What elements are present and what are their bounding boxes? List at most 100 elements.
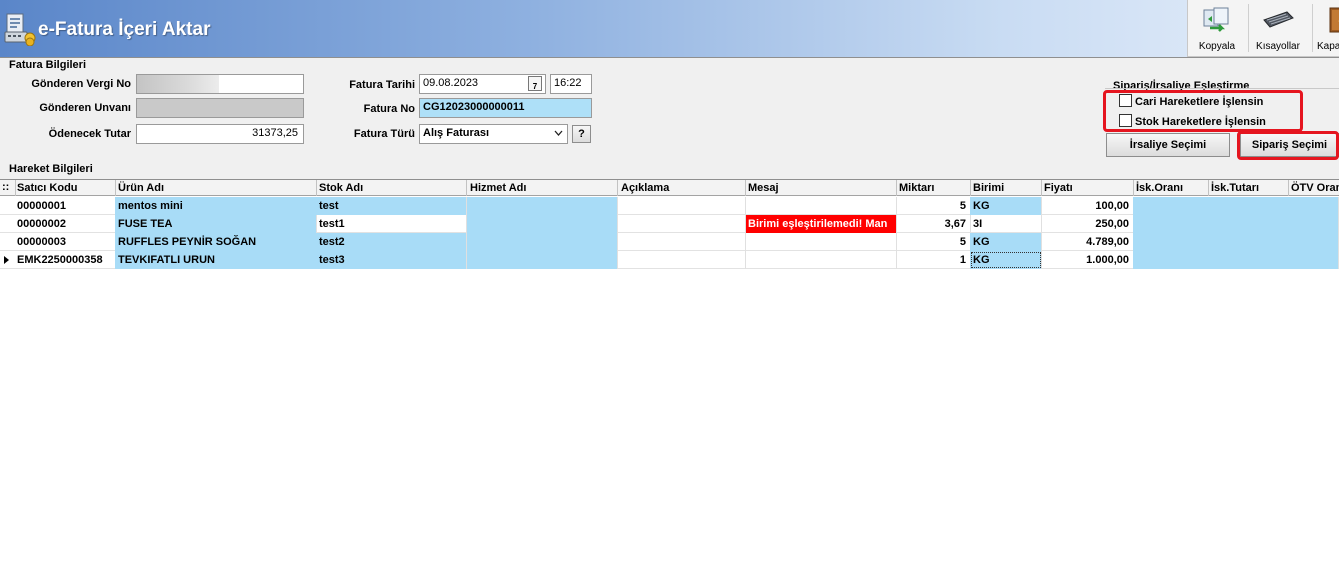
fatura-no-label: Fatura No	[363, 103, 415, 115]
odenecek-tutar-field[interactable]: 31373,25	[136, 124, 304, 144]
cell-fiyati[interactable]: 100,00	[1041, 197, 1134, 215]
fatura-tarihi-field[interactable]: 09.08.2023	[419, 74, 546, 94]
cell-fiyati[interactable]: 4.789,00	[1041, 233, 1134, 251]
copy-label: Kopyala	[1198, 41, 1236, 52]
cell-isk-orani[interactable]	[1133, 251, 1209, 269]
col-stok-adi[interactable]: Stok Adı	[316, 180, 467, 196]
cell-stok-adi[interactable]: test1	[316, 215, 467, 233]
cell-birimi[interactable]: 3I	[970, 215, 1042, 233]
cell-fiyati[interactable]: 250,00	[1041, 215, 1134, 233]
cell-hizmet-adi[interactable]	[467, 215, 618, 233]
cell-isk-orani[interactable]	[1133, 215, 1209, 233]
gonderen-vergi-no-field[interactable]	[136, 74, 304, 94]
col-aciklama[interactable]: Açıklama	[618, 180, 746, 196]
cell-miktari[interactable]: 5	[896, 197, 971, 215]
cell-satici-kodu[interactable]: 00000003	[14, 233, 116, 251]
calendar-day: 7	[532, 82, 538, 91]
fatura-turu-value: Alış Faturası	[423, 127, 490, 139]
col-mesaj[interactable]: Mesaj	[745, 180, 897, 196]
col-fiyati[interactable]: Fiyatı	[1041, 180, 1134, 196]
hareket-section-label: Hareket Bilgileri	[9, 163, 93, 175]
cell-urun-adi[interactable]: TEVKIFATLI URUN	[115, 251, 317, 269]
fatura-tarihi-label: Fatura Tarihi	[349, 79, 415, 91]
cell-miktari[interactable]: 3,67	[896, 215, 971, 233]
cell-birimi-focused[interactable]: KG	[970, 251, 1042, 269]
current-row-indicator-icon	[4, 256, 9, 264]
table-row[interactable]: 00000001 mentos mini test 5 KG 100,00	[0, 197, 1339, 215]
cell-stok-adi[interactable]: test2	[316, 233, 467, 251]
cell-aciklama[interactable]	[618, 197, 746, 215]
cell-urun-adi[interactable]: FUSE TEA	[115, 215, 317, 233]
cell-urun-adi[interactable]: RUFFLES PEYNİR SOĞAN	[115, 233, 317, 251]
cell-stok-adi[interactable]: test	[316, 197, 467, 215]
cell-mesaj-error: Birimi eşleştirilemedi! Man	[746, 215, 897, 233]
fatura-turu-label: Fatura Türü	[353, 128, 415, 140]
col-hizmet-adi[interactable]: Hizmet Adı	[467, 180, 618, 196]
cell-isk-tutari[interactable]	[1208, 233, 1289, 251]
cell-fiyati[interactable]: 1.000,00	[1041, 251, 1134, 269]
cell-stok-adi[interactable]: test3	[316, 251, 467, 269]
cell-otv-orani[interactable]	[1288, 197, 1339, 215]
window-title: e-Fatura İçeri Aktar	[38, 19, 211, 40]
cell-isk-orani[interactable]	[1133, 197, 1209, 215]
col-birimi[interactable]: Birimi	[970, 180, 1042, 196]
cell-satici-kodu[interactable]: EMK2250000358	[14, 251, 116, 269]
close-button[interactable]: Kapat	[1314, 0, 1339, 56]
highlight-siparis	[1237, 131, 1339, 160]
cell-hizmet-adi[interactable]	[467, 251, 618, 269]
chevron-down-icon	[554, 128, 563, 141]
cell-isk-tutari[interactable]	[1208, 251, 1289, 269]
table-row-current[interactable]: EMK2250000358 TEVKIFATLI URUN test3 1 KG…	[0, 251, 1339, 269]
cell-satici-kodu[interactable]: 00000002	[14, 215, 116, 233]
cell-aciklama[interactable]	[618, 215, 746, 233]
cell-miktari[interactable]: 1	[896, 251, 971, 269]
fatura-saati-field[interactable]: 16:22	[550, 74, 592, 94]
cell-hizmet-adi[interactable]	[467, 233, 618, 251]
fatura-turu-select[interactable]: Alış Faturası	[419, 124, 568, 144]
door-exit-icon	[1328, 6, 1339, 37]
col-otv-orani[interactable]: ÖTV Oranı	[1288, 180, 1339, 196]
group-border	[1105, 88, 1339, 89]
cell-aciklama[interactable]	[618, 251, 746, 269]
grid-header: :: Satıcı Kodu Ürün Adı Stok Adı Hizmet …	[0, 179, 1339, 196]
cell-birimi[interactable]: KG	[970, 197, 1042, 215]
cell-isk-tutari[interactable]	[1208, 197, 1289, 215]
keyboard-icon	[1261, 6, 1295, 35]
toolbar: Kopyala Kısayollar Kapa	[1187, 0, 1339, 57]
redacted-value	[137, 75, 219, 93]
cell-isk-tutari[interactable]	[1208, 215, 1289, 233]
irsaliye-secimi-button[interactable]: İrsaliye Seçimi	[1106, 133, 1230, 157]
fatura-turu-help-button[interactable]: ?	[572, 125, 591, 143]
cell-urun-adi[interactable]: mentos mini	[115, 197, 317, 215]
table-row[interactable]: 00000003 RUFFLES PEYNİR SOĞAN test2 5 KG…	[0, 233, 1339, 251]
shortcuts-button[interactable]: Kısayollar	[1246, 0, 1310, 56]
copy-button[interactable]: Kopyala	[1192, 0, 1242, 56]
cell-mesaj	[745, 197, 897, 215]
cell-birimi[interactable]: KG	[970, 233, 1042, 251]
invoice-app-icon	[4, 12, 36, 47]
cell-hizmet-adi[interactable]	[467, 197, 618, 215]
fatura-tarihi-value: 09.08.2023	[423, 77, 479, 89]
copy-icon	[1202, 6, 1232, 37]
gonderen-unvani-field[interactable]	[136, 98, 304, 118]
cell-otv-orani[interactable]	[1288, 251, 1339, 269]
fatura-no-field[interactable]: CG12023000000011	[419, 98, 592, 118]
col-isk-tutari[interactable]: İsk.Tutarı	[1208, 180, 1289, 196]
hareket-panel	[0, 162, 1339, 179]
cell-otv-orani[interactable]	[1288, 215, 1339, 233]
cell-satici-kodu[interactable]: 00000001	[14, 197, 116, 215]
cell-otv-orani[interactable]	[1288, 233, 1339, 251]
shortcuts-label: Kısayollar	[1256, 41, 1300, 52]
calendar-icon[interactable]: 7	[528, 76, 542, 91]
title-bar: e-Fatura İçeri Aktar Kopyala Kısayollar …	[0, 0, 1339, 57]
highlight-checkboxes	[1103, 90, 1303, 132]
col-urun-adi[interactable]: Ürün Adı	[115, 180, 317, 196]
col-satici-kodu[interactable]: Satıcı Kodu	[14, 180, 116, 196]
table-row[interactable]: 00000002 FUSE TEA test1 Birimi eşleştiri…	[0, 215, 1339, 233]
col-miktari[interactable]: Miktarı	[896, 180, 971, 196]
cell-aciklama[interactable]	[618, 233, 746, 251]
cell-isk-orani[interactable]	[1133, 233, 1209, 251]
fatura-section-label: Fatura Bilgileri	[9, 59, 87, 71]
cell-miktari[interactable]: 5	[896, 233, 971, 251]
col-isk-orani[interactable]: İsk.Oranı	[1133, 180, 1209, 196]
